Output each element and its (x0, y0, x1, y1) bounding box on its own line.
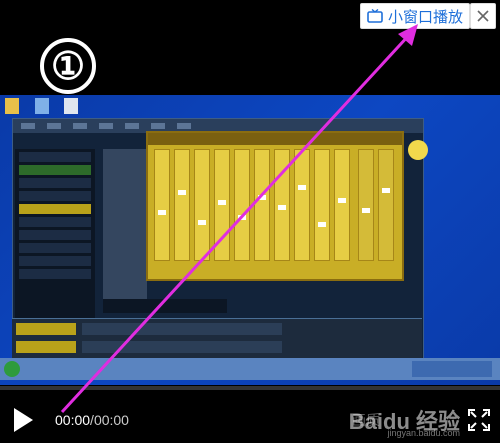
mixer-channel (254, 149, 270, 261)
play-icon[interactable] (12, 407, 34, 433)
app-center-panel (103, 149, 147, 309)
current-time: 00:00 (55, 412, 91, 428)
mixer-channel (214, 149, 230, 261)
desktop-icon (64, 98, 78, 114)
mixer-channel (358, 149, 374, 261)
step-number-marker: ① (40, 38, 96, 94)
progress-bar[interactable] (0, 386, 500, 390)
close-icon (477, 10, 489, 22)
tv-icon (367, 9, 383, 23)
app-logo-bar (103, 299, 227, 313)
close-button[interactable] (470, 3, 496, 29)
app-side-panel (15, 149, 95, 324)
mixer-channel (194, 149, 210, 261)
mixer-channel (274, 149, 290, 261)
total-time: 00:00 (93, 412, 129, 428)
watermark-url: jingyan.baidu.com (387, 428, 460, 438)
desktop-icon (35, 98, 49, 114)
fullscreen-icon[interactable] (468, 409, 490, 431)
mixer-title-bar (148, 133, 402, 145)
mini-window-label: 小窗口播放 (387, 7, 463, 26)
os-taskbar (0, 358, 500, 380)
time-display: 00:00/00:00 (55, 412, 129, 428)
app-bottom-panel (12, 318, 422, 359)
mixer-channel (314, 149, 330, 261)
system-tray (412, 361, 492, 377)
mixer-channel (174, 149, 190, 261)
cursor-highlight (408, 140, 428, 160)
mixer-channel (154, 149, 170, 261)
mixer-channel (294, 149, 310, 261)
mixer-channel (234, 149, 250, 261)
mini-window-play-button[interactable]: 小窗口播放 (359, 3, 470, 29)
mixer-window (146, 131, 404, 281)
mixer-channel (378, 149, 394, 261)
mixer-channel (334, 149, 350, 261)
start-button-icon (4, 361, 20, 377)
video-player[interactable]: 小窗口播放 00:00/00:00 画质 Baidu 经验 jingyan.ba… (0, 0, 500, 443)
desktop-icon (5, 98, 19, 114)
